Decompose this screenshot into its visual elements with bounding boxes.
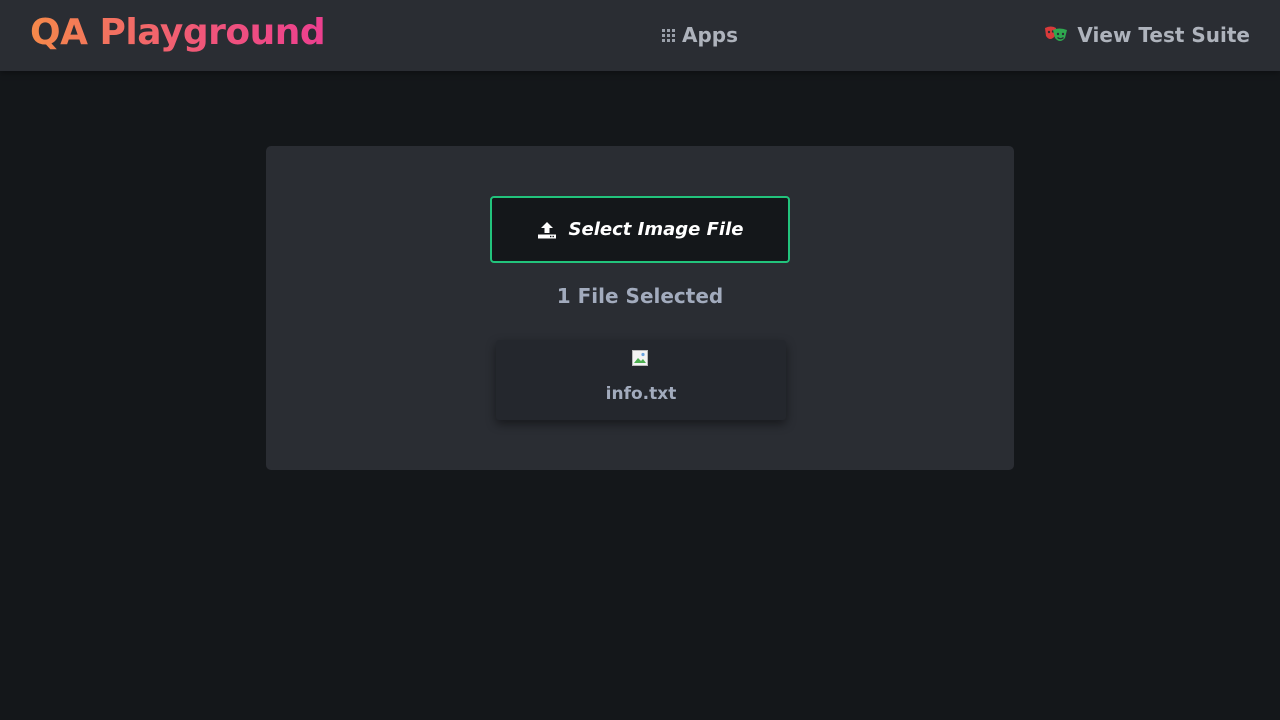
- view-test-suite-link[interactable]: View Test Suite: [1043, 22, 1250, 48]
- theater-masks-icon: [1045, 26, 1068, 41]
- top-navbar: QA Playground Apps View Test Suite: [0, 0, 1280, 71]
- upload-icon: [537, 221, 556, 238]
- select-image-file-label: Select Image File: [568, 219, 744, 240]
- file-name: info.txt: [605, 384, 677, 404]
- file-preview-card: info.txt: [496, 340, 786, 420]
- broken-image-icon: [632, 350, 648, 366]
- files-selected-status: 1 File Selected: [556, 284, 724, 308]
- view-test-suite-label: View Test Suite: [1077, 23, 1250, 47]
- select-image-file-button[interactable]: Select Image File: [490, 196, 790, 263]
- apps-nav-link[interactable]: Apps: [662, 22, 738, 48]
- upload-card: Select Image File 1 File Selected info.t…: [266, 146, 1014, 470]
- apps-nav-label: Apps: [682, 23, 739, 47]
- grid-icon: [662, 28, 675, 42]
- app-logo[interactable]: QA Playground: [30, 12, 326, 53]
